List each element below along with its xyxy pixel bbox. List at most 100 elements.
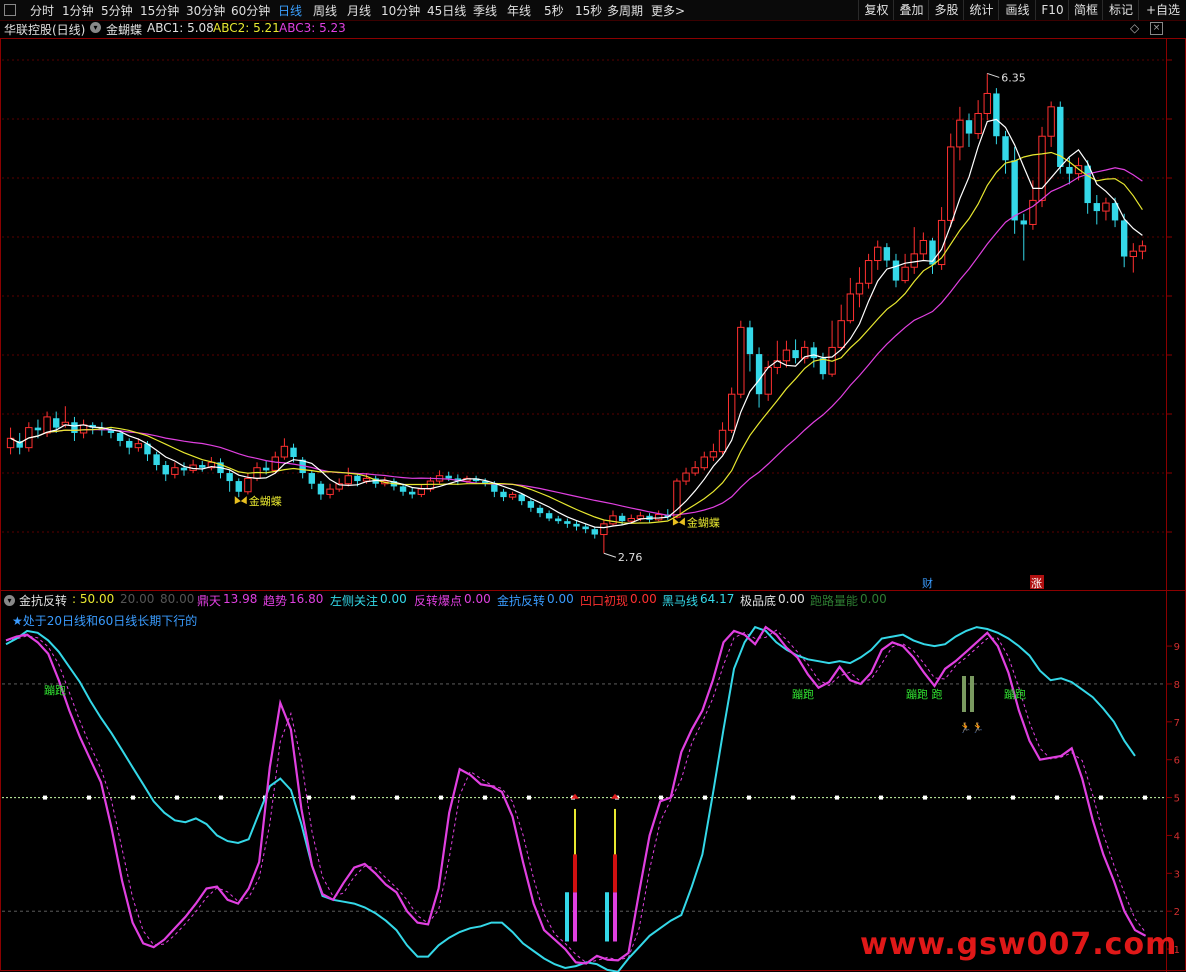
abc2-line bbox=[10, 151, 1143, 524]
candle-body-up bbox=[974, 113, 982, 135]
sub-midline-marker bbox=[659, 795, 663, 800]
candle-body-up bbox=[508, 493, 517, 498]
candle-body-down bbox=[1120, 220, 1128, 257]
sub-midline-marker bbox=[879, 795, 883, 800]
candle-body-down bbox=[116, 432, 124, 441]
reversal-bar-1-magenta bbox=[573, 892, 577, 942]
sub-panel-frame bbox=[0, 590, 1186, 971]
candle-body-down bbox=[591, 529, 598, 535]
candle-body-up bbox=[700, 456, 708, 469]
candle-body-down bbox=[290, 447, 297, 458]
candle-body-up bbox=[709, 451, 718, 458]
candle-body-up bbox=[718, 429, 727, 453]
candle-body-down bbox=[126, 440, 133, 448]
candle-body-down bbox=[1066, 166, 1073, 174]
high-pointer bbox=[987, 72, 1000, 78]
sub-axis-label: 7 bbox=[1174, 718, 1180, 729]
watermark: www.gsw007.com bbox=[860, 927, 1178, 962]
candle-body-down bbox=[1084, 165, 1091, 204]
candle-body-down bbox=[34, 427, 42, 431]
candle-body-down bbox=[409, 491, 416, 495]
sub-midline-marker bbox=[43, 795, 47, 800]
candle-body-up bbox=[782, 349, 791, 362]
candle-body-down bbox=[527, 501, 535, 508]
low-label: 2.76 bbox=[618, 551, 643, 564]
sub-midline-marker bbox=[351, 795, 355, 800]
sub-midline-marker bbox=[483, 795, 487, 800]
candle-body-down bbox=[1002, 136, 1009, 161]
candle-body-down bbox=[445, 475, 452, 479]
candle-body-down bbox=[892, 260, 900, 281]
candle-body-down bbox=[883, 247, 891, 261]
candle-body-down bbox=[965, 120, 973, 134]
candle-body-up bbox=[636, 515, 645, 519]
candle-body-down bbox=[153, 454, 160, 466]
candle-body-up bbox=[919, 239, 928, 255]
sub-axis-label: 6 bbox=[1174, 756, 1180, 767]
sub-midline-marker bbox=[527, 795, 531, 800]
high-label: 6.35 bbox=[1001, 71, 1026, 84]
candle-body-up bbox=[874, 246, 882, 262]
sub-axis-label: 4 bbox=[1174, 831, 1180, 842]
candle-body-up bbox=[691, 467, 699, 474]
candle-body-down bbox=[536, 507, 544, 514]
candle-body-up bbox=[846, 293, 855, 322]
sub-midline-marker bbox=[1011, 795, 1015, 800]
candle-body-up bbox=[244, 477, 252, 493]
sub-midline-marker bbox=[439, 795, 443, 800]
reversal-bar-1-yellow bbox=[574, 808, 576, 855]
candle-body-down bbox=[755, 354, 763, 395]
candle-body-up bbox=[417, 488, 426, 495]
run-label-2: 蹦跑 跑 bbox=[906, 687, 943, 701]
run-label-0: 蹦跑 bbox=[44, 683, 66, 697]
candle-body-down bbox=[993, 93, 1000, 137]
candle-body-up bbox=[362, 477, 371, 482]
candle-body-up bbox=[1129, 250, 1138, 258]
candle-body-up bbox=[947, 146, 955, 221]
sub-midline-marker bbox=[307, 795, 311, 800]
event-zhang-label: 涨 bbox=[1031, 577, 1042, 590]
candle-body-down bbox=[491, 483, 498, 492]
sub-midline-marker bbox=[747, 795, 751, 800]
run-label-1: 蹦跑 bbox=[792, 687, 814, 701]
candle-body-up bbox=[1102, 202, 1110, 212]
reversal-bar-1-red bbox=[573, 854, 577, 893]
candle-body-up bbox=[864, 260, 873, 284]
sub-midline-marker bbox=[923, 795, 927, 800]
candle-body-down bbox=[354, 475, 361, 482]
candle-body-up bbox=[901, 266, 909, 282]
candle-body-down bbox=[545, 513, 553, 519]
sub-midline-marker bbox=[791, 795, 795, 800]
sub-midline-marker bbox=[395, 795, 399, 800]
sub-axis-label: 3 bbox=[1174, 869, 1180, 880]
candle-body-down bbox=[810, 347, 818, 359]
candle-body-up bbox=[983, 92, 991, 115]
candle-body-down bbox=[500, 491, 507, 498]
candle-body-up bbox=[271, 456, 279, 471]
reversal-bar-2-magenta bbox=[613, 892, 617, 942]
candle-body-up bbox=[344, 475, 352, 485]
candle-body-up bbox=[654, 513, 663, 521]
sub-axis-label: 8 bbox=[1174, 680, 1180, 691]
candle-body-up bbox=[1038, 135, 1046, 201]
candle-body-down bbox=[199, 465, 206, 468]
reversal-bar-1-cyan bbox=[565, 892, 569, 942]
reversal-bar-2-cyan bbox=[605, 892, 609, 942]
candle-body-down bbox=[792, 350, 799, 359]
sub-midline-marker bbox=[1143, 795, 1147, 800]
candle-body-down bbox=[71, 422, 78, 433]
candle-body-up bbox=[837, 320, 845, 348]
candle-body-down bbox=[162, 465, 169, 475]
run-bar-right bbox=[970, 676, 974, 712]
reversal-bar-2-yellow bbox=[614, 808, 616, 855]
candle-body-up bbox=[1138, 245, 1147, 252]
candle-body-up bbox=[956, 119, 964, 148]
sub-axis-label: 2 bbox=[1174, 907, 1180, 918]
candle-body-down bbox=[819, 358, 827, 375]
candle-body-up bbox=[79, 424, 88, 434]
candle-body-down bbox=[399, 486, 407, 492]
runner-icon: 🏃🏃 bbox=[959, 721, 984, 734]
candle-body-down bbox=[308, 473, 315, 484]
candle-body-down bbox=[226, 473, 233, 482]
candle-body-up bbox=[171, 467, 179, 475]
